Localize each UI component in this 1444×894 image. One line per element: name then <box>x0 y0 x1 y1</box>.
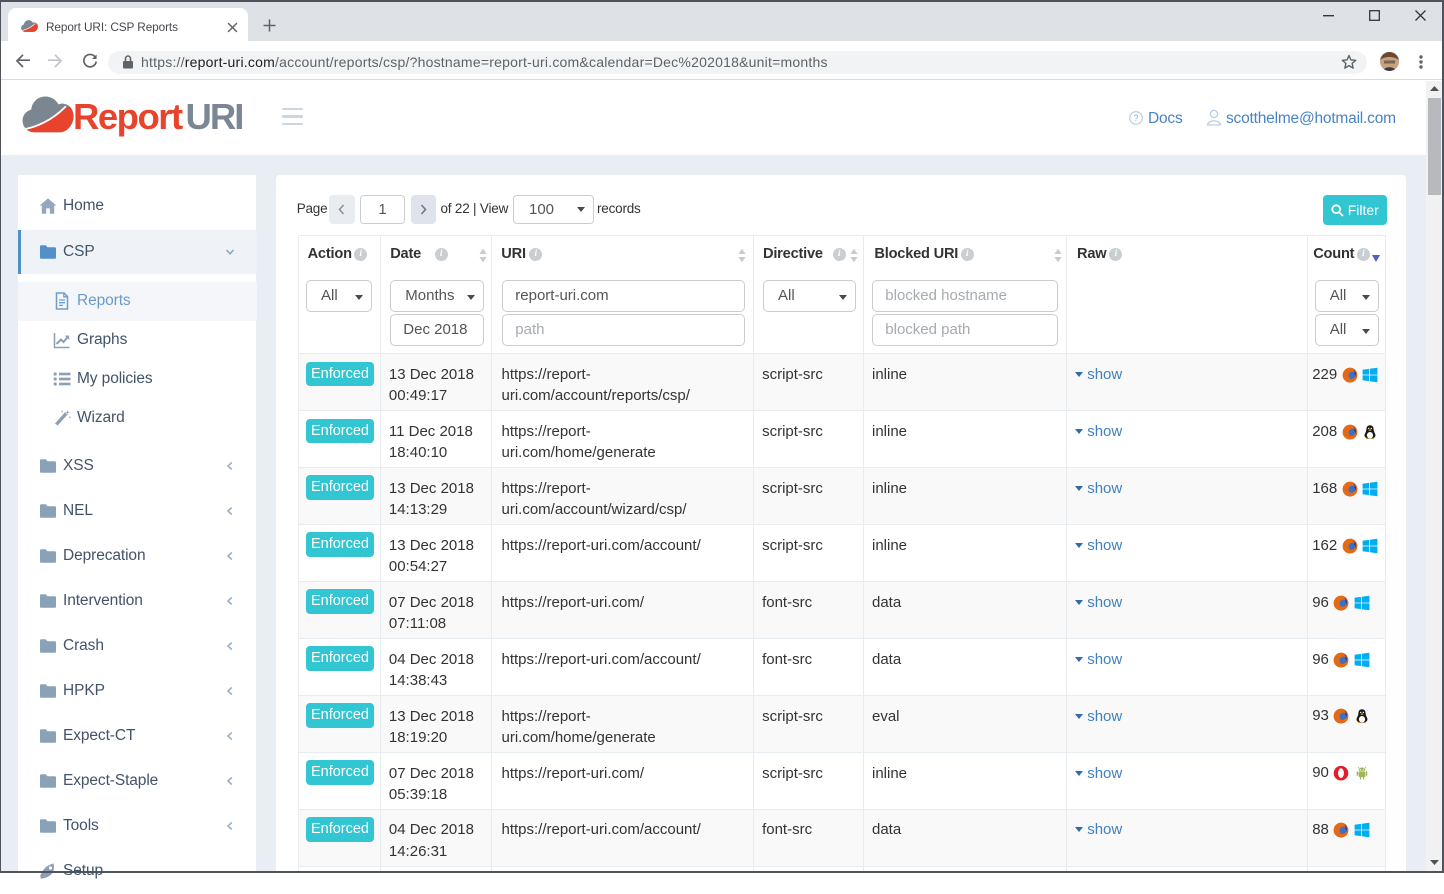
svg-text:?: ? <box>1133 113 1138 123</box>
